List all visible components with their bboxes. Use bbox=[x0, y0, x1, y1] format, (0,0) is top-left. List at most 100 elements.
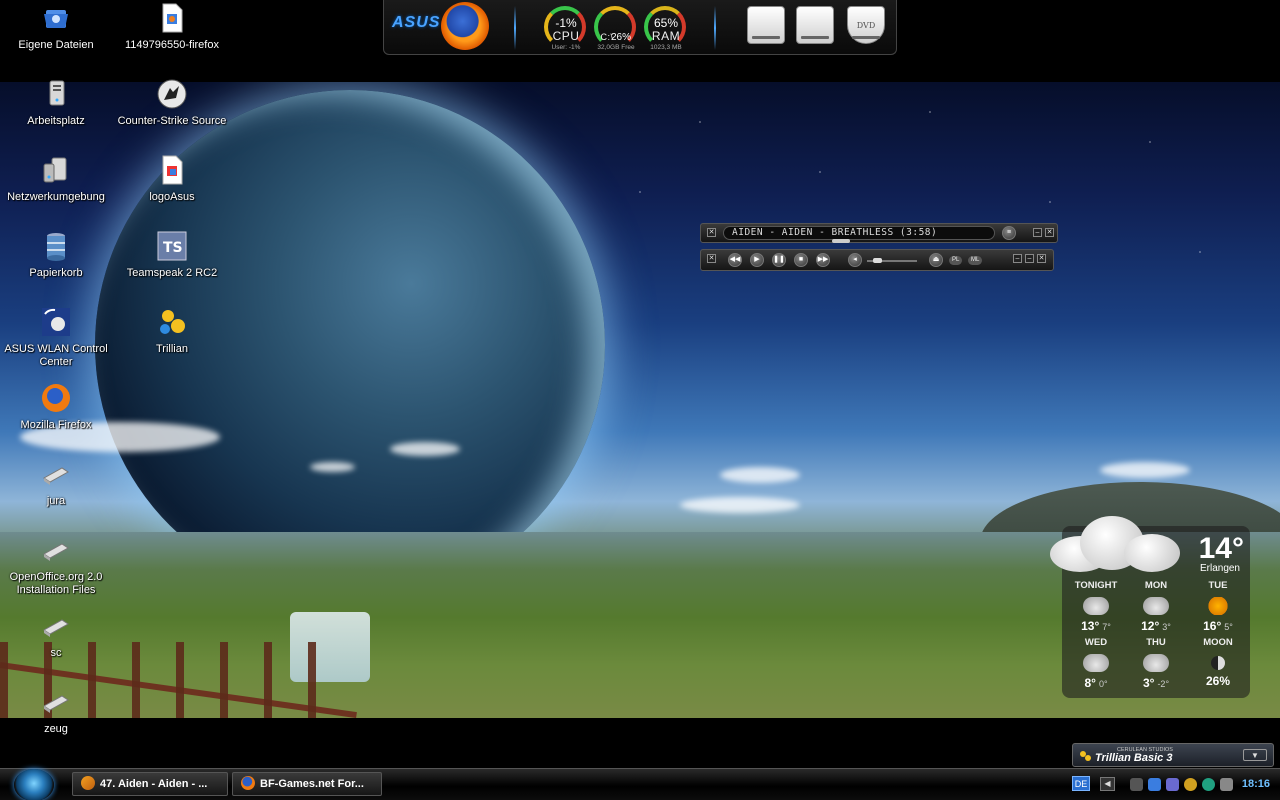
svg-text:TS: TS bbox=[163, 240, 183, 256]
tray-headset-icon[interactable] bbox=[1166, 778, 1179, 791]
trillian-logo-icon bbox=[1080, 751, 1091, 761]
drive-shortcut-icon bbox=[43, 619, 69, 637]
snow-icon bbox=[1143, 654, 1169, 672]
eject-icon[interactable]: ⏏ bbox=[929, 253, 943, 267]
forecast-tue: TUE 16° 5° bbox=[1203, 580, 1233, 633]
next-icon[interactable]: ▶▶ bbox=[816, 253, 830, 267]
volume-thumb[interactable] bbox=[873, 258, 882, 263]
desktop-icon-arbeitsplatz[interactable]: Arbeitsplatz bbox=[0, 78, 112, 128]
moon-icon bbox=[1211, 656, 1225, 670]
taskbar-item-player[interactable]: 47. Aiden - Aiden - ... bbox=[72, 772, 228, 796]
image-file-icon bbox=[162, 3, 183, 33]
weather-widget[interactable]: 14° Erlangen TONIGHT 13° 7° MON 12° 3° TUE… bbox=[1050, 516, 1250, 698]
forecast-thu: THU 3° -2° bbox=[1142, 637, 1170, 690]
wlan-icon bbox=[42, 308, 70, 336]
ram-percent: 65% bbox=[653, 16, 679, 30]
trillian-bar[interactable]: CERULEAN STUDIOS Trillian Basic 3 ▼ bbox=[1072, 743, 1274, 767]
track-display[interactable]: AIDEN - AIDEN - BREATHLESS (3:58) bbox=[723, 226, 995, 240]
ram-sub: 1023,3 MB bbox=[650, 44, 682, 51]
taskbar-clock[interactable]: 18:16 bbox=[1242, 778, 1270, 790]
previous-icon[interactable]: ◀◀ bbox=[728, 253, 742, 267]
cpu-percent: -1% bbox=[555, 16, 577, 30]
dvd-label: DVD bbox=[856, 21, 876, 30]
drive-icon-2[interactable] bbox=[796, 6, 834, 44]
winamp-icon bbox=[81, 776, 95, 790]
cpu-sub: User: -1% bbox=[551, 44, 581, 51]
drive-icon[interactable] bbox=[747, 6, 785, 44]
start-button[interactable] bbox=[14, 769, 54, 800]
firefox-icon bbox=[42, 384, 70, 412]
system-monitor-bar: ASUS -1% CPU User: -1% 26% C:\ 32,0GB Fr… bbox=[383, 0, 897, 55]
image-file-icon bbox=[162, 155, 183, 185]
pause-icon[interactable]: ❚❚ bbox=[772, 253, 786, 267]
dvd-drive-icon[interactable]: DVD bbox=[847, 6, 885, 44]
tray-globe-icon[interactable] bbox=[1184, 778, 1197, 791]
disk-sub: 32,0GB Free bbox=[597, 44, 635, 51]
minimize-button-2[interactable]: – bbox=[1025, 254, 1034, 263]
volume-icon[interactable]: ◂ bbox=[848, 253, 862, 267]
language-indicator[interactable]: DE bbox=[1072, 776, 1090, 791]
recycle-bin-icon bbox=[47, 233, 65, 261]
forecast-tonight: TONIGHT 13° 7° bbox=[1074, 580, 1118, 633]
desktop-icon-netzwerkumgebung[interactable]: Netzwerkumgebung bbox=[0, 154, 112, 204]
cpu-gauge: -1% CPU User: -1% bbox=[542, 4, 590, 52]
drive-shortcut-icon bbox=[43, 467, 69, 485]
desktop: ASUS -1% CPU User: -1% 26% C:\ 32,0GB Fr… bbox=[0, 0, 1280, 800]
playlist-menu-icon[interactable]: ≡ bbox=[1002, 226, 1016, 240]
shade-button[interactable]: – bbox=[1013, 254, 1022, 263]
trillian-icon bbox=[160, 310, 185, 334]
close-button-2[interactable]: ✕ bbox=[1037, 254, 1046, 263]
disk-gauge: 26% C:\ 32,0GB Free bbox=[592, 4, 640, 52]
sun-icon bbox=[1205, 597, 1231, 615]
trillian-menu-chevron-down-icon[interactable]: ▼ bbox=[1243, 749, 1267, 761]
desktop-icon-eigene-dateien[interactable]: Eigene Dateien bbox=[0, 2, 112, 52]
media-player: ✕ AIDEN - AIDEN - BREATHLESS (3:58) ≡ – … bbox=[700, 223, 1060, 271]
play-icon[interactable]: ▶ bbox=[750, 253, 764, 267]
close-button[interactable]: ✕ bbox=[1045, 228, 1054, 237]
desktop-icon-firefox-image[interactable]: 1149796550-firefox bbox=[116, 2, 228, 52]
player-options-button[interactable]: ✕ bbox=[707, 254, 716, 263]
desktop-icon-counter-strike[interactable]: Counter-Strike Source bbox=[116, 78, 228, 128]
network-icon bbox=[43, 157, 67, 183]
firefox-logo-icon[interactable] bbox=[441, 2, 489, 50]
taskbar-item-browser[interactable]: BF-Games.net For... bbox=[232, 772, 382, 796]
desktop-icon-trillian[interactable]: Trillian bbox=[116, 306, 228, 356]
playlist-toggle[interactable]: PL bbox=[949, 256, 963, 265]
stop-icon[interactable]: ■ bbox=[794, 253, 808, 267]
player-titlebar[interactable]: ✕ AIDEN - AIDEN - BREATHLESS (3:58) ≡ – … bbox=[700, 223, 1058, 243]
desktop-icon-sc[interactable]: sc bbox=[0, 610, 112, 660]
tray-expand-chevron-left-icon[interactable]: ◀ bbox=[1100, 777, 1115, 791]
desktop-icon-papierkorb[interactable]: Papierkorb bbox=[0, 230, 112, 280]
media-library-toggle[interactable]: ML bbox=[968, 256, 983, 265]
current-temperature: 14° bbox=[1198, 532, 1244, 565]
rain-icon bbox=[1083, 654, 1109, 672]
forecast-mon: MON 12° 3° bbox=[1141, 580, 1171, 633]
asus-logo: ASUS bbox=[392, 14, 441, 31]
tray-network-icon[interactable] bbox=[1130, 778, 1143, 791]
computer-icon bbox=[49, 80, 65, 106]
tray-monitor-icon[interactable] bbox=[1220, 778, 1233, 791]
desktop-icon-teamspeak[interactable]: TS Teamspeak 2 RC2 bbox=[116, 230, 228, 280]
player-controls: ✕ ◀◀ ▶ ❚❚ ■ ▶▶ ◂ ⏏ PL ML – – ✕ bbox=[700, 249, 1054, 271]
minimize-button[interactable]: – bbox=[1033, 228, 1042, 237]
teamspeak-icon: TS bbox=[157, 231, 187, 261]
moon-phase: MOON 26% bbox=[1203, 637, 1233, 688]
desktop-icon-jura[interactable]: jura bbox=[0, 458, 112, 508]
trillian-name: Trillian Basic 3 bbox=[1095, 752, 1173, 764]
rain-icon bbox=[1143, 597, 1169, 615]
tray-wifi-icon[interactable] bbox=[1148, 778, 1161, 791]
seek-slider[interactable] bbox=[832, 239, 850, 243]
desktop-icon-asus-wlan[interactable]: ASUS WLAN Control Center bbox=[0, 306, 112, 369]
desktop-icon-openoffice-files[interactable]: OpenOffice.org 2.0 Installation Files bbox=[0, 534, 112, 597]
desktop-icon-mozilla-firefox[interactable]: Mozilla Firefox bbox=[0, 382, 112, 432]
cloud-icon bbox=[1040, 506, 1190, 576]
ram-label: RAM bbox=[651, 29, 681, 43]
firefox-icon bbox=[241, 776, 255, 790]
player-menu-button[interactable]: ✕ bbox=[707, 228, 716, 237]
disk-label: C:\ bbox=[600, 32, 614, 42]
tray-status-icon[interactable] bbox=[1202, 778, 1215, 791]
city-name: Erlangen bbox=[1199, 563, 1240, 574]
desktop-icon-logoasus[interactable]: logoAsus bbox=[116, 154, 228, 204]
desktop-icon-zeug[interactable]: zeug bbox=[0, 686, 112, 736]
documents-folder-icon bbox=[44, 10, 68, 28]
